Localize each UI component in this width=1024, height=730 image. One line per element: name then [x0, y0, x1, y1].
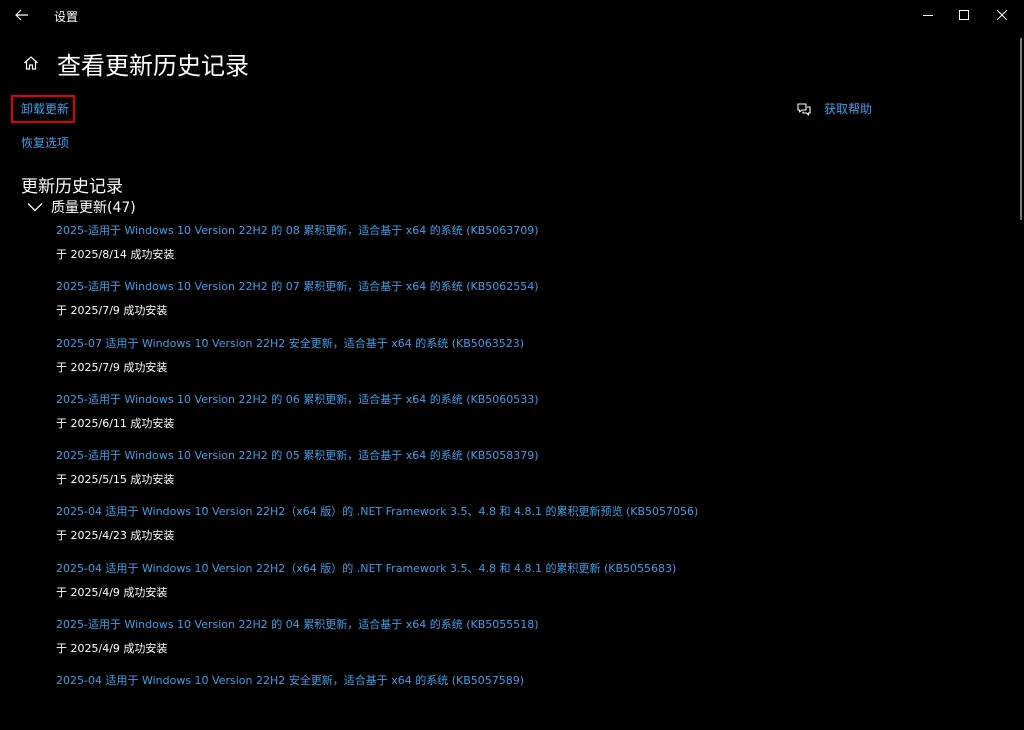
update-title-link[interactable]: 2025-04 适用于 Windows 10 Version 22H2 安全更新… [56, 673, 986, 689]
update-item: 2025-适用于 Windows 10 Version 22H2 的 08 累积… [56, 223, 986, 279]
update-list: 2025-适用于 Windows 10 Version 22H2 的 08 累积… [56, 223, 986, 730]
update-title-link[interactable]: 2025-适用于 Windows 10 Version 22H2 的 05 累积… [56, 448, 986, 464]
update-status: 于 2025/6/11 成功安装 [56, 416, 175, 430]
update-title-link[interactable]: 2025-适用于 Windows 10 Version 22H2 的 08 累积… [56, 223, 986, 239]
update-status: 于 2025/7/9 成功安装 [56, 360, 168, 374]
update-item: 2025-04 适用于 Windows 10 Version 22H2（x64 … [56, 504, 986, 560]
update-item: 2025-适用于 Windows 10 Version 22H2 的 07 累积… [56, 279, 986, 335]
title-bar: 设置 [0, 0, 1024, 30]
update-title-link[interactable]: 2025-适用于 Windows 10 Version 22H2 的 06 累积… [56, 392, 986, 408]
update-status: 于 2025/4/23 成功安装 [56, 529, 175, 543]
get-help[interactable]: 获取帮助 [796, 100, 872, 117]
close-button[interactable] [980, 0, 1024, 30]
update-item: 2025-04 适用于 Windows 10 Version 22H2 安全更新… [56, 673, 986, 729]
update-title-link[interactable]: 2025-04 适用于 Windows 10 Version 22H2（x64 … [56, 504, 986, 520]
update-status: 于 2025/7/9 成功安装 [56, 304, 168, 318]
maximize-icon [959, 10, 969, 20]
update-status: 于 2025/5/15 成功安装 [56, 473, 175, 487]
minimize-icon [923, 15, 933, 16]
get-help-link[interactable]: 获取帮助 [824, 100, 872, 117]
quality-updates-toggle[interactable]: 质量更新(47) [27, 197, 136, 217]
home-icon [24, 56, 38, 70]
update-status: 于 2025/4/9 成功安装 [56, 585, 168, 599]
help-chat-icon [797, 102, 811, 116]
update-item: 2025-适用于 Windows 10 Version 22H2 的 05 累积… [56, 448, 986, 504]
section-title: 更新历史记录 [21, 177, 123, 197]
close-icon [997, 10, 1007, 20]
update-item: 2025-07 适用于 Windows 10 Version 22H2 安全更新… [56, 336, 986, 392]
update-item: 2025-适用于 Windows 10 Version 22H2 的 04 累积… [56, 617, 986, 673]
update-status: 于 2025/8/14 成功安装 [56, 248, 175, 261]
scrollbar[interactable] [1020, 38, 1022, 220]
update-title-link[interactable]: 2025-适用于 Windows 10 Version 22H2 的 04 累积… [56, 617, 986, 633]
update-title-link[interactable]: 2025-04 适用于 Windows 10 Version 22H2（x64 … [56, 561, 986, 577]
update-item: 2025-04 适用于 Windows 10 Version 22H2（x64 … [56, 561, 986, 617]
recovery-options-link[interactable]: 恢复选项 [21, 134, 69, 151]
back-button[interactable] [0, 0, 44, 30]
page-title: 查看更新历史记录 [57, 52, 249, 80]
back-arrow-icon [15, 9, 28, 21]
chevron-down-icon [27, 203, 43, 212]
category-label: 质量更新(47) [51, 200, 136, 216]
uninstall-updates-link[interactable]: 卸载更新 [21, 100, 69, 117]
update-item: 2025-适用于 Windows 10 Version 22H2 的 06 累积… [56, 392, 986, 448]
window-title: 设置 [54, 10, 79, 24]
update-status: 于 2025/4/9 成功安装 [56, 642, 168, 656]
home-button[interactable] [18, 50, 44, 76]
update-title-link[interactable]: 2025-07 适用于 Windows 10 Version 22H2 安全更新… [56, 336, 986, 352]
update-title-link[interactable]: 2025-适用于 Windows 10 Version 22H2 的 07 累积… [56, 279, 986, 295]
